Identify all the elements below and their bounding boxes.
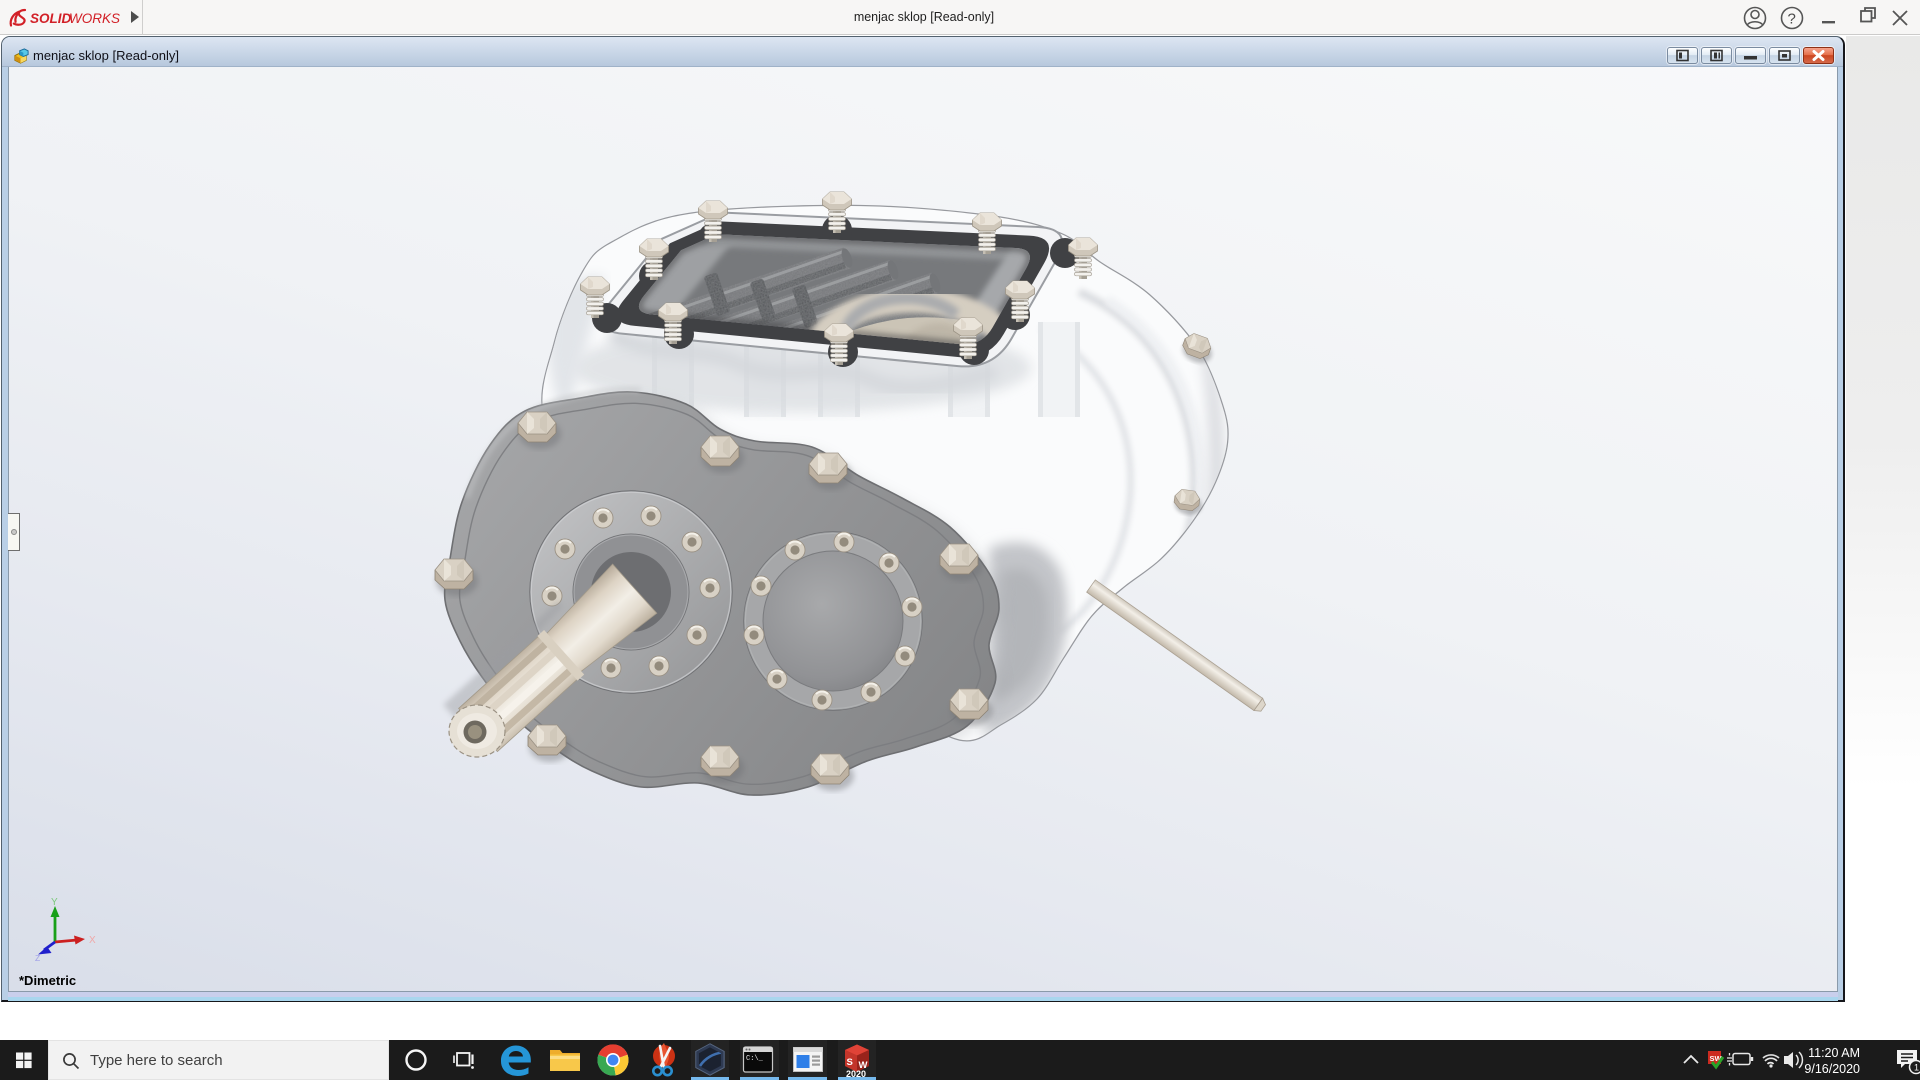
svg-text:?: ?	[1788, 11, 1796, 28]
svg-text:S: S	[847, 1057, 853, 1068]
svg-text:C:\_: C:\_	[746, 1055, 764, 1063]
svg-text:1: 1	[1914, 1063, 1919, 1073]
svg-text:X: X	[89, 935, 96, 946]
svg-text:Z: Z	[35, 953, 40, 963]
svg-text:Y: Y	[51, 897, 58, 908]
